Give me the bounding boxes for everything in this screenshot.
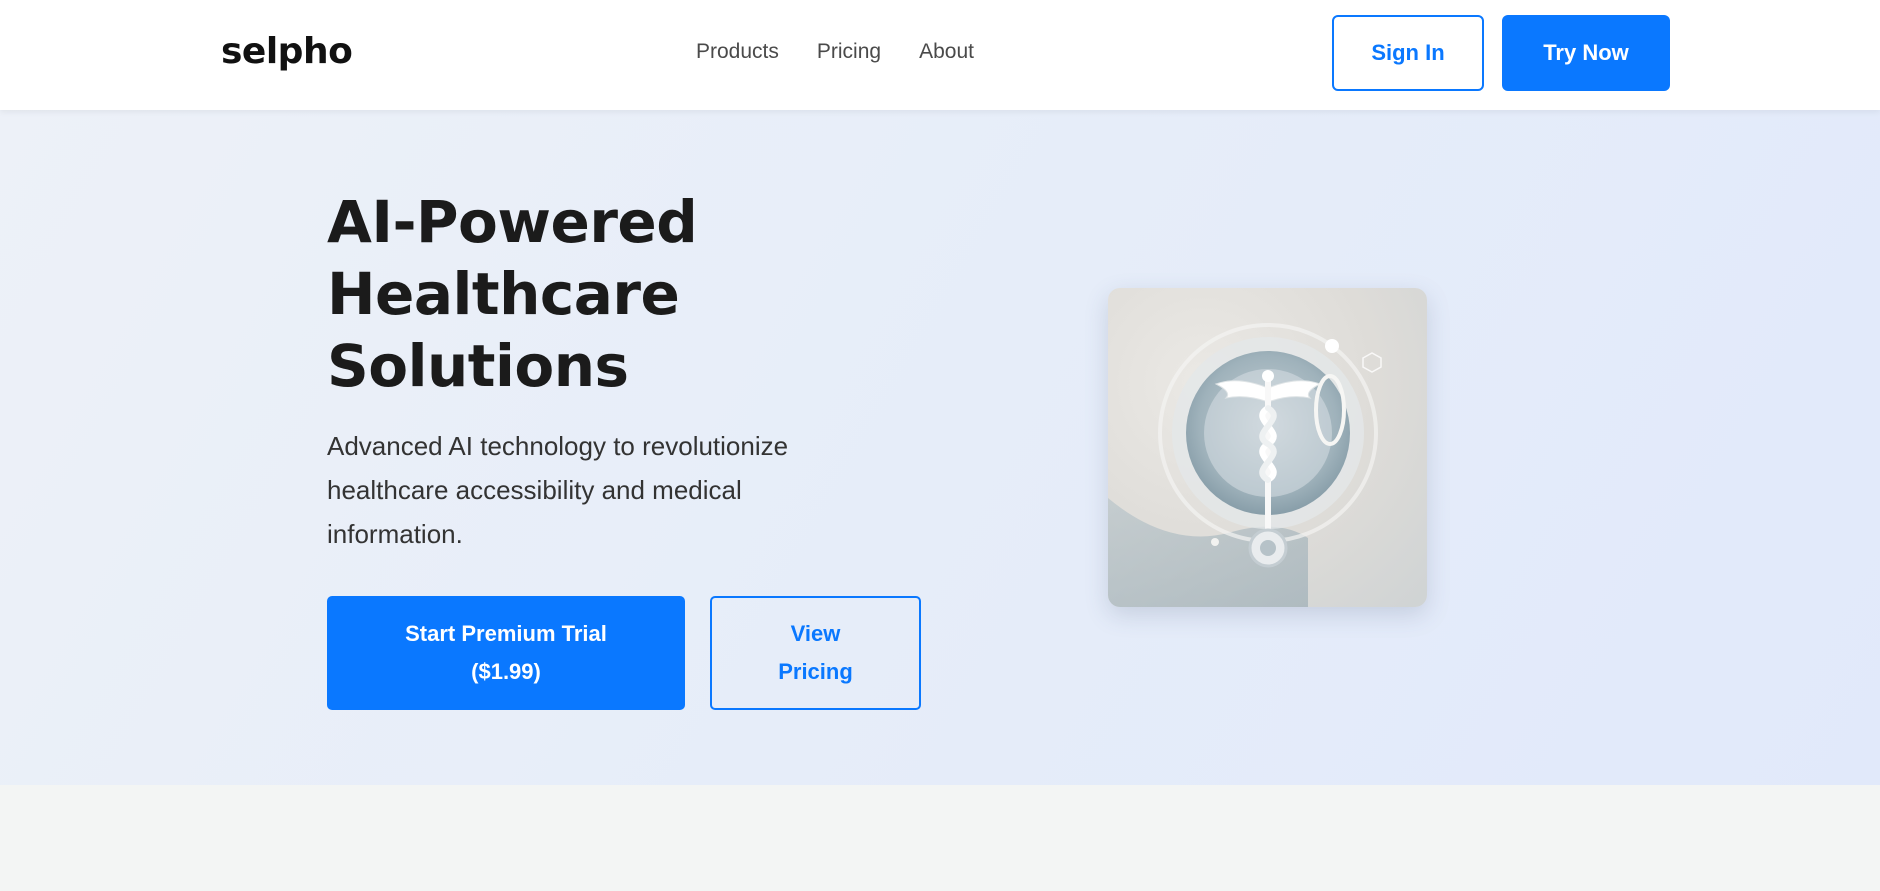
nav-item-pricing[interactable]: Pricing (817, 38, 881, 66)
hero-section: AI-Powered Healthcare Solutions Advanced… (0, 110, 1880, 785)
hero-headline: AI-Powered Healthcare Solutions (327, 186, 887, 402)
try-now-button[interactable]: Try Now (1502, 15, 1670, 91)
sign-in-button[interactable]: Sign In (1332, 15, 1484, 91)
brand-logo[interactable]: selpho (221, 30, 353, 74)
hero-headline-line: Solutions (327, 332, 629, 400)
pricing-button-label-line1: View (790, 621, 841, 646)
start-premium-trial-button[interactable]: Start Premium Trial ($1.99) (327, 596, 685, 710)
trial-button-label: Start Premium Trial (405, 621, 607, 646)
trial-button-price: ($1.99) (471, 659, 541, 684)
hero-subtext: Advanced AI technology to revolutionize … (327, 431, 789, 549)
hero-headline-line: Healthcare (327, 260, 680, 328)
hero-image (1108, 288, 1427, 607)
main-nav: Products Pricing About (696, 38, 974, 66)
nav-item-about[interactable]: About (919, 38, 974, 66)
site-header: selpho Products Pricing About Sign In Tr… (0, 0, 1880, 110)
caduceus-stethoscope-icon (1108, 323, 1382, 607)
pricing-button-label-line2: Pricing (778, 659, 853, 684)
hero-headline-line: AI-Powered (327, 188, 698, 256)
below-fold-section (0, 785, 1880, 891)
nav-item-products[interactable]: Products (696, 38, 779, 66)
view-pricing-button[interactable]: View Pricing (710, 596, 921, 710)
